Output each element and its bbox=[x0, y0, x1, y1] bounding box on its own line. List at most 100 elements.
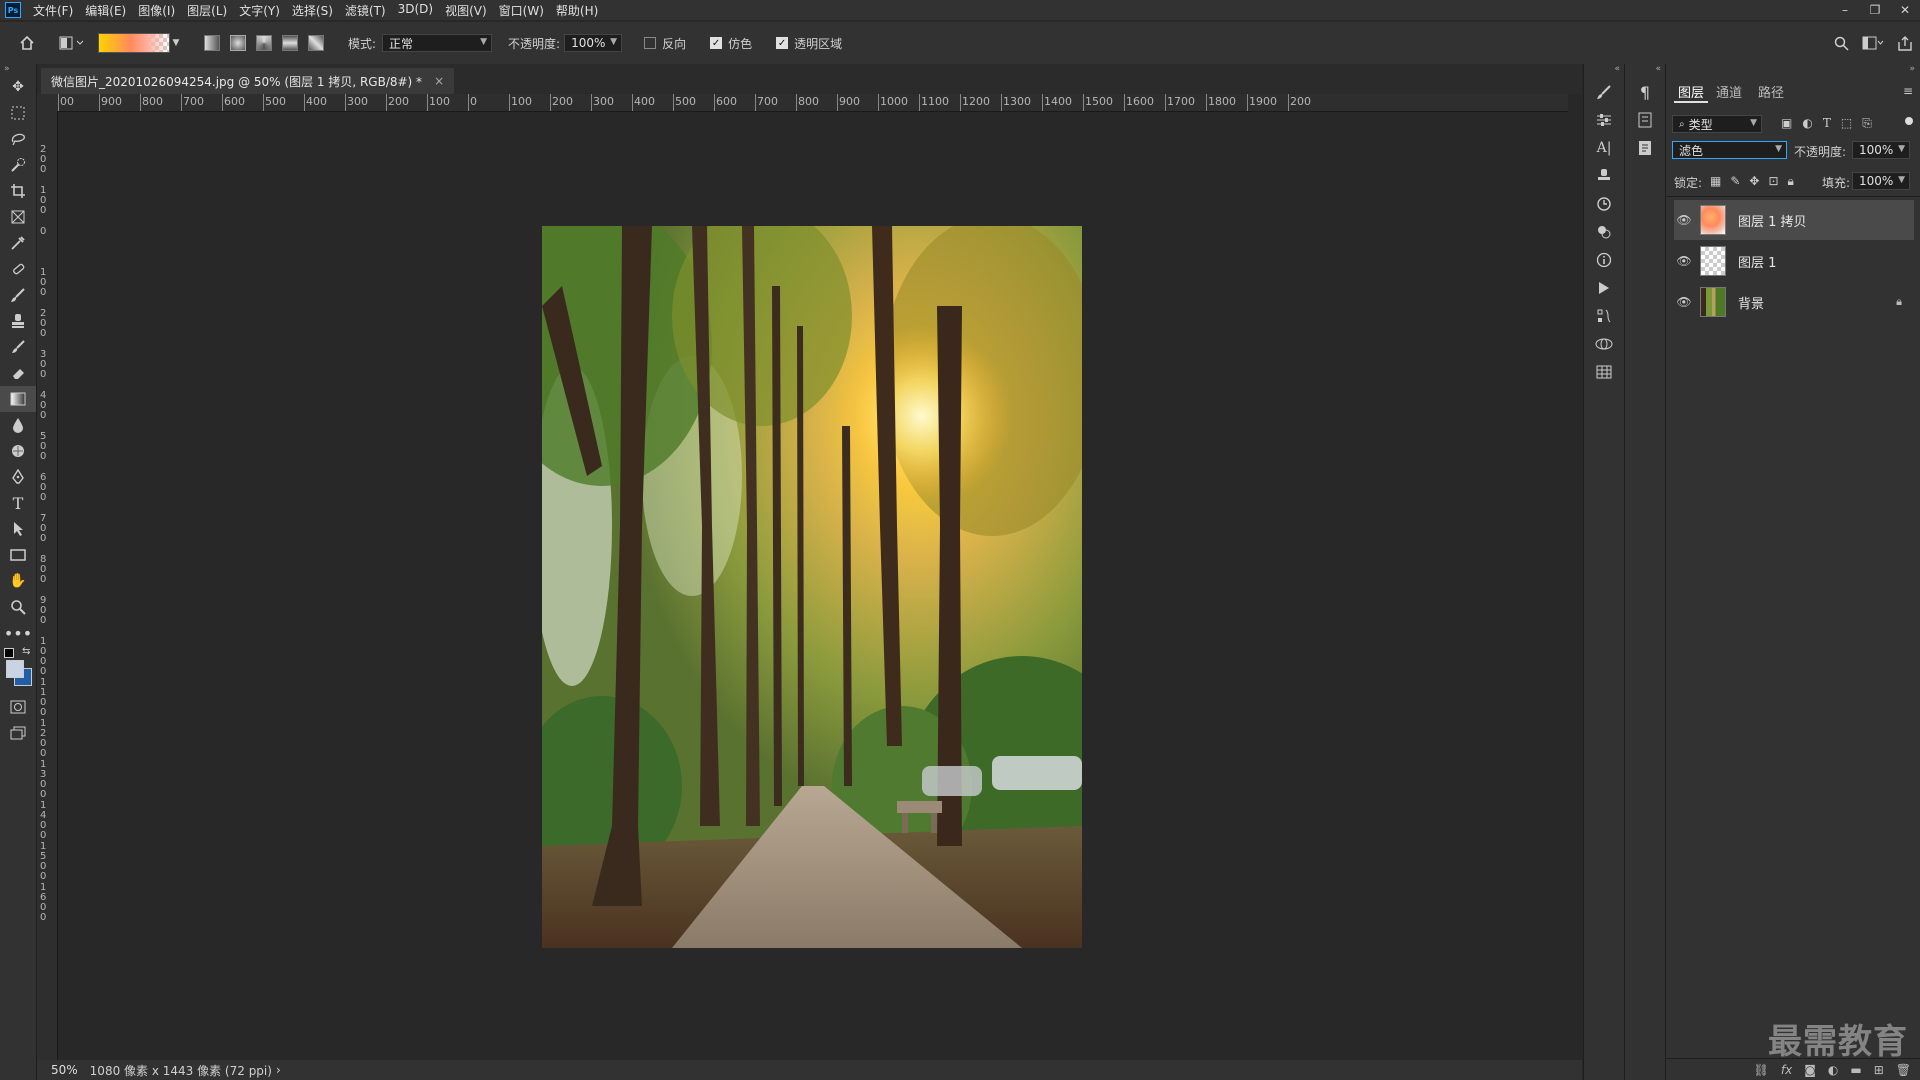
menu-item-3[interactable]: 图层(L) bbox=[187, 2, 227, 19]
share-icon[interactable] bbox=[1890, 35, 1920, 51]
mode-select[interactable]: 正常 ▼ bbox=[382, 34, 493, 52]
rectangle-tool-icon[interactable] bbox=[0, 542, 36, 568]
screen-mode-icon[interactable] bbox=[0, 720, 36, 746]
fx-icon[interactable]: fx bbox=[1781, 1063, 1792, 1077]
3d-icon[interactable] bbox=[1584, 330, 1624, 358]
actions-play-icon[interactable] bbox=[1584, 274, 1624, 302]
layer-opacity-field[interactable]: 100% ▼ bbox=[1852, 141, 1910, 159]
reflected-gradient-button[interactable] bbox=[282, 35, 298, 51]
close-tab-icon[interactable]: × bbox=[434, 74, 444, 88]
adjustments-icon[interactable] bbox=[1584, 106, 1624, 134]
frame-tool-icon[interactable] bbox=[0, 204, 36, 230]
lock-transparent-icon[interactable]: ▦ bbox=[1710, 174, 1721, 189]
brush-tool-icon[interactable] bbox=[0, 282, 36, 308]
filter-shape-icon[interactable]: ⬚ bbox=[1841, 116, 1852, 131]
new-group-icon[interactable]: ▬ bbox=[1850, 1063, 1861, 1077]
marquee-tool-icon[interactable] bbox=[0, 100, 36, 126]
menu-item-7[interactable]: 3D(D) bbox=[398, 2, 433, 19]
quick-select-tool-icon[interactable] bbox=[0, 152, 36, 178]
lock-position-icon[interactable]: ✥ bbox=[1749, 174, 1759, 189]
gradient-swatch[interactable] bbox=[98, 33, 170, 53]
more-tools-icon[interactable]: ••• bbox=[0, 620, 36, 646]
paths-icon[interactable] bbox=[1584, 302, 1624, 330]
healing-tool-icon[interactable] bbox=[0, 256, 36, 282]
lasso-tool-icon[interactable] bbox=[0, 126, 36, 152]
add-mask-icon[interactable]: ◙ bbox=[1804, 1063, 1816, 1077]
menu-item-0[interactable]: 文件(F) bbox=[33, 2, 73, 19]
filter-type-icon[interactable]: T bbox=[1823, 116, 1831, 131]
collapse-icon[interactable]: » bbox=[0, 64, 36, 74]
menu-item-6[interactable]: 滤镜(T) bbox=[345, 2, 386, 19]
properties-icon[interactable] bbox=[1625, 106, 1665, 134]
tool-preset-picker[interactable] bbox=[54, 36, 90, 50]
home-icon[interactable] bbox=[12, 35, 42, 51]
horizontal-ruler[interactable]: 00 900 800 700 600 500 400 300 200 100 0 100 200 300 4… bbox=[58, 94, 1568, 112]
layer-row-layer1[interactable]: 👁︎ 图层 1 bbox=[1674, 241, 1914, 281]
stamp-tool-icon[interactable] bbox=[0, 308, 36, 334]
notes-icon[interactable] bbox=[1625, 134, 1665, 162]
diamond-gradient-button[interactable] bbox=[308, 35, 324, 51]
workspace-icon[interactable] bbox=[1856, 36, 1890, 50]
foreground-color-swatch[interactable] bbox=[6, 660, 24, 678]
filter-adjustment-icon[interactable]: ◐ bbox=[1802, 116, 1812, 131]
tab-paths[interactable]: 路径 bbox=[1758, 82, 1784, 101]
chevron-down-icon[interactable]: ▼ bbox=[170, 38, 182, 48]
layer-filter-select[interactable]: ⌕ 类型 ▼ bbox=[1672, 115, 1762, 133]
close-button[interactable]: ✕ bbox=[1890, 0, 1920, 20]
adjustment-layer-icon[interactable]: ◐ bbox=[1828, 1063, 1838, 1077]
collapse-icon[interactable]: « bbox=[1625, 64, 1665, 78]
path-select-tool-icon[interactable] bbox=[0, 516, 36, 542]
lock-all-icon[interactable]: 🔒︎ bbox=[1788, 174, 1794, 189]
dodge-tool-icon[interactable] bbox=[0, 438, 36, 464]
new-layer-icon[interactable]: ⊞ bbox=[1874, 1063, 1884, 1077]
vertical-ruler[interactable]: 200 100 0 100 200 300 400 500 600 700 800 900 1000 11… bbox=[37, 111, 58, 1061]
color-icon[interactable] bbox=[1584, 218, 1624, 246]
character-icon[interactable]: A| bbox=[1584, 134, 1624, 162]
visibility-eye-icon[interactable]: 👁︎ bbox=[1674, 295, 1694, 309]
fill-field[interactable]: 100% ▼ bbox=[1852, 172, 1910, 190]
default-colors-icon[interactable] bbox=[4, 648, 14, 658]
filter-pixel-icon[interactable]: ▣ bbox=[1781, 116, 1792, 131]
type-tool-icon[interactable]: T bbox=[0, 490, 36, 516]
transparency-checkbox[interactable]: ✓ bbox=[776, 37, 789, 49]
eyedropper-tool-icon[interactable] bbox=[0, 230, 36, 256]
info-arrow-icon[interactable]: › bbox=[276, 1063, 281, 1077]
info-icon[interactable] bbox=[1584, 246, 1624, 274]
filter-smart-object-icon[interactable]: ⎘ bbox=[1862, 116, 1872, 131]
pen-tool-icon[interactable] bbox=[0, 464, 36, 490]
lock-artboard-icon[interactable]: ⊡ bbox=[1768, 174, 1778, 189]
menu-item-9[interactable]: 窗口(W) bbox=[499, 2, 544, 19]
visibility-eye-icon[interactable]: 👁︎ bbox=[1674, 213, 1694, 227]
tab-layers[interactable]: 图层 bbox=[1678, 82, 1704, 101]
eraser-tool-icon[interactable] bbox=[0, 360, 36, 386]
layer-row-layer1-copy[interactable]: 👁︎ 图层 1 拷贝 bbox=[1674, 200, 1914, 240]
hand-tool-icon[interactable]: ✋ bbox=[0, 568, 36, 594]
menu-item-1[interactable]: 编辑(E) bbox=[85, 2, 126, 19]
lock-pixels-icon[interactable]: ✎ bbox=[1730, 174, 1740, 189]
menu-item-5[interactable]: 选择(S) bbox=[292, 2, 333, 19]
ruler-origin[interactable] bbox=[37, 94, 58, 111]
menu-item-4[interactable]: 文字(Y) bbox=[239, 2, 280, 19]
swap-colors-icon[interactable]: ⇆ bbox=[22, 646, 30, 657]
panel-menu-icon[interactable]: ≡ bbox=[1903, 84, 1913, 98]
crop-tool-icon[interactable] bbox=[0, 178, 36, 204]
minimize-button[interactable]: – bbox=[1830, 0, 1860, 20]
table-icon[interactable] bbox=[1584, 358, 1624, 386]
blend-mode-select[interactable]: 滤色 ▼ bbox=[1672, 141, 1787, 159]
restore-button[interactable]: ❐ bbox=[1860, 0, 1890, 20]
radial-gradient-button[interactable] bbox=[230, 35, 246, 51]
opacity-field[interactable]: 100% ▼ bbox=[564, 34, 623, 52]
menu-item-2[interactable]: 图像(I) bbox=[138, 2, 175, 19]
paragraph-icon[interactable]: ¶ bbox=[1625, 78, 1665, 106]
reverse-checkbox[interactable] bbox=[644, 37, 657, 49]
canvas-area[interactable] bbox=[58, 112, 1568, 1062]
search-icon[interactable] bbox=[1826, 36, 1856, 51]
quick-mask-icon[interactable] bbox=[0, 694, 36, 720]
blur-tool-icon[interactable] bbox=[0, 412, 36, 438]
zoom-level[interactable]: 50% bbox=[51, 1063, 78, 1077]
layer-row-background[interactable]: 👁︎ 背景 🔒︎ bbox=[1674, 282, 1914, 322]
history-icon[interactable] bbox=[1584, 190, 1624, 218]
delete-layer-icon[interactable]: 🗑︎ bbox=[1896, 1063, 1911, 1077]
gradient-tool-icon[interactable] bbox=[0, 386, 36, 412]
linear-gradient-button[interactable] bbox=[204, 35, 220, 51]
